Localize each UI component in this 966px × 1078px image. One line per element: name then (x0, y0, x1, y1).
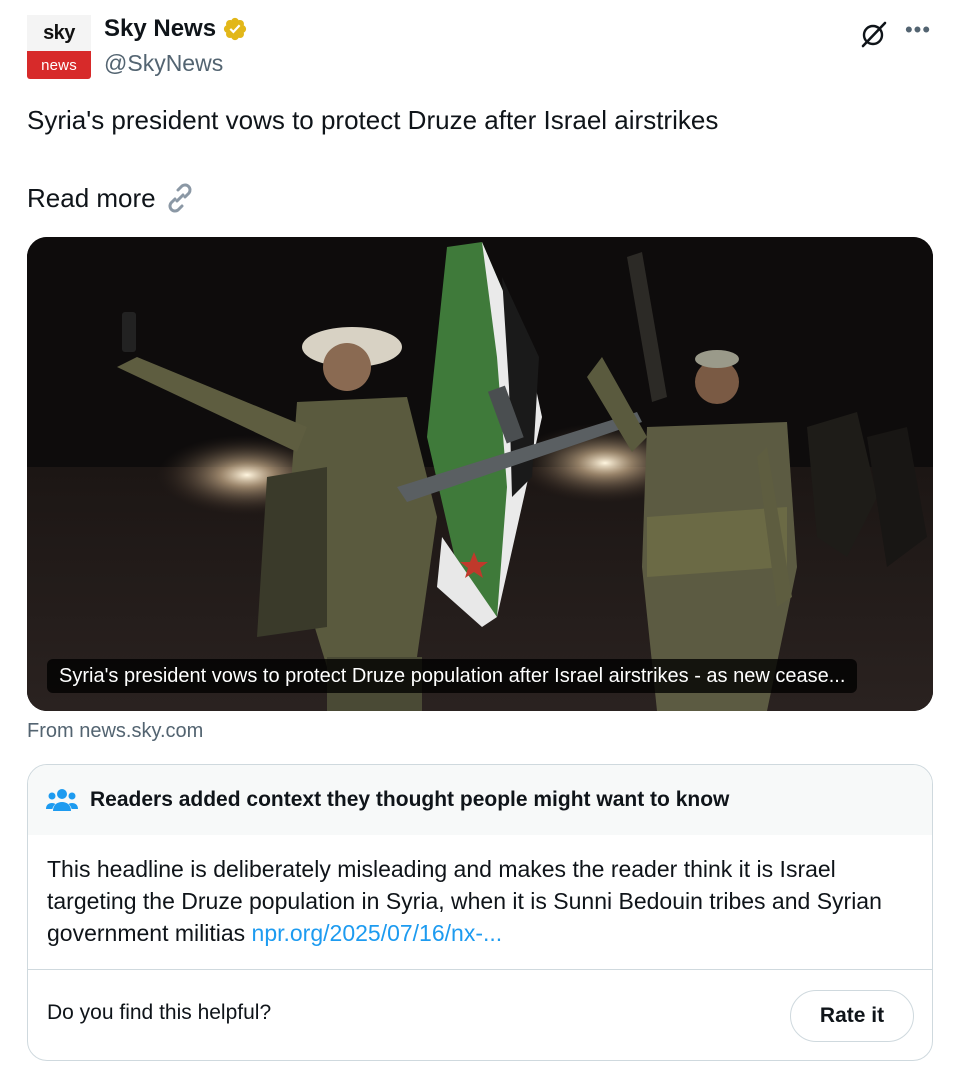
avatar[interactable]: sky news (27, 15, 91, 79)
people-icon (46, 789, 78, 811)
community-note: Readers added context they thought peopl… (27, 764, 933, 1061)
community-note-header: Readers added context they thought peopl… (28, 765, 932, 835)
community-note-title: Readers added context they thought peopl… (90, 788, 730, 811)
read-more-link[interactable]: Read more (27, 180, 198, 216)
display-name[interactable]: Sky News (104, 15, 216, 43)
community-note-link[interactable]: npr.org/2025/07/16/nx-... (252, 920, 503, 946)
verified-badge-icon (223, 17, 247, 41)
avatar-sky-text: sky (43, 21, 75, 44)
link-icon (168, 183, 192, 213)
divider (28, 969, 932, 970)
tweet: sky news Sky News @SkyNews ••• Syria's p… (0, 0, 966, 1078)
more-icon[interactable]: ••• (903, 19, 933, 46)
link-preview-card[interactable]: Syria's president vows to protect Druze … (27, 237, 933, 711)
community-note-body: This headline is deliberately misleading… (47, 853, 917, 949)
author-handle[interactable]: @SkyNews (104, 50, 223, 77)
grok-icon[interactable] (858, 18, 890, 50)
tweet-text: Syria's president vows to protect Druze … (27, 105, 719, 135)
rate-it-button[interactable]: Rate it (790, 990, 914, 1042)
read-more-label: Read more (27, 183, 156, 213)
link-preview-caption: Syria's president vows to protect Druze … (47, 659, 858, 693)
avatar-news-text: news (41, 56, 77, 74)
author-name-row: Sky News (104, 15, 248, 43)
article-photo (27, 237, 933, 711)
link-source[interactable]: From news.sky.com (27, 720, 203, 743)
helpful-prompt: Do you find this helpful? (47, 1001, 272, 1024)
